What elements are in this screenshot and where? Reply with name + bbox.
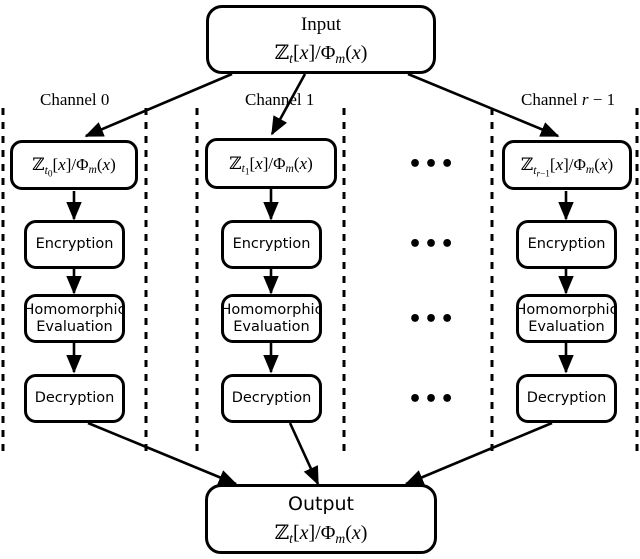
channel-0-modulus-node[interactable]: ℤt0[x]/Φm(x) <box>10 140 138 190</box>
input-ring-expression: ℤt[x]/Φm(x) <box>274 42 368 67</box>
channel-1-label: Channel 1 <box>245 90 315 109</box>
channel-1-homomorphic-line2: Evaluation <box>233 318 310 335</box>
channel-r-1-decryption-label: Decryption <box>526 390 607 407</box>
ellipsis-row-decryption: ••• <box>408 387 457 412</box>
channel-r-1-decryption-node[interactable]: Decryption <box>516 374 617 423</box>
ellipsis-row-homomorphic: ••• <box>408 307 457 332</box>
channel-r-1-modulus-node[interactable]: ℤtr−1[x]/Φm(x) <box>502 140 632 190</box>
output-node[interactable]: Output ℤt[x]/Φm(x) <box>205 484 437 554</box>
channel-1-decryption-label: Decryption <box>231 390 312 407</box>
output-label: Output <box>288 492 354 515</box>
channel-1-decryption-node[interactable]: Decryption <box>221 374 322 423</box>
channel-0-homomorphic-line2: Evaluation <box>36 318 113 335</box>
channel-1-modulus-expression: ℤt1[x]/Φm(x) <box>229 153 313 177</box>
channel-0-encryption-label: Encryption <box>35 236 114 253</box>
channel-0-label: Channel 0 <box>40 90 110 109</box>
channel-1-encryption-label: Encryption <box>232 236 311 253</box>
channel-0-decryption-node[interactable]: Decryption <box>24 374 125 423</box>
channel-r-1-modulus-expression: ℤtr−1[x]/Φm(x) <box>520 155 614 179</box>
channel-1-homomorphic-evaluation-node[interactable]: Homomorphic Evaluation <box>220 294 323 343</box>
connector-layer <box>1 72 639 486</box>
ellipsis-row-modulus: ••• <box>408 152 457 177</box>
input-fanout-arrows <box>84 72 560 138</box>
input-node[interactable]: Input ℤt[x]/Φm(x) <box>206 5 436 74</box>
channel-1-homomorphic-line1: Homomorphic <box>220 302 323 319</box>
output-fanin-arrows <box>87 421 553 486</box>
channel-0-homomorphic-evaluation-node[interactable]: Homomorphic Evaluation <box>23 294 126 343</box>
channel-r-1-homomorphic-line1: Homomorphic <box>515 302 618 319</box>
channel-r-1-encryption-node[interactable]: Encryption <box>516 220 617 269</box>
input-label: Input <box>300 14 342 36</box>
output-ring-expression: ℤt[x]/Φm(x) <box>274 521 368 546</box>
ellipsis-row-encryption: ••• <box>408 232 457 257</box>
channel-r-1-encryption-label: Encryption <box>527 236 606 253</box>
channel-r-1-homomorphic-line2: Evaluation <box>528 318 605 335</box>
channel-0-decryption-label: Decryption <box>34 390 115 407</box>
diagram-canvas: Input ℤt[x]/Φm(x) Channel 0 Channel 1 Ch… <box>0 0 640 559</box>
channel-r-1-label: Channel r − 1 <box>521 90 616 109</box>
channel-0-encryption-node[interactable]: Encryption <box>24 220 125 269</box>
channel-0-homomorphic-line1: Homomorphic <box>23 302 126 319</box>
channel-1-encryption-node[interactable]: Encryption <box>221 220 322 269</box>
channel-1-modulus-node[interactable]: ℤt1[x]/Φm(x) <box>205 138 337 189</box>
channel-r-1-homomorphic-evaluation-node[interactable]: Homomorphic Evaluation <box>515 294 618 343</box>
channel-0-modulus-expression: ℤt0[x]/Φm(x) <box>32 155 116 179</box>
